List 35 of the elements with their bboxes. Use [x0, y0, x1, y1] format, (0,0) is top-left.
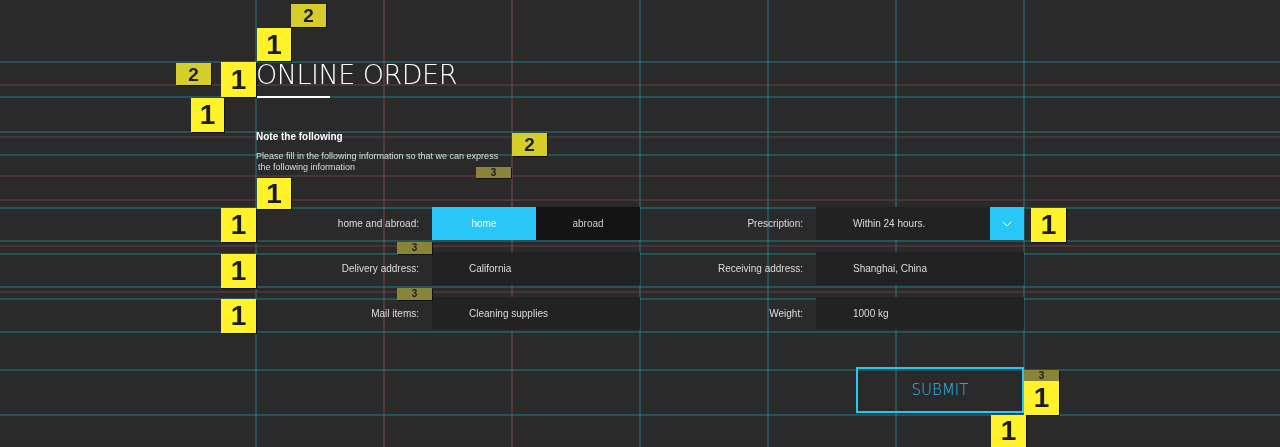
annotation-marker: 1: [257, 28, 291, 61]
annotation-marker: 3: [397, 242, 432, 254]
annotation-marker: 1: [1024, 381, 1059, 415]
annotation-marker: 1: [991, 415, 1026, 447]
note-text-line: Please fill in the following information so that we can express: [256, 151, 499, 162]
input-field[interactable]: 1000 kg: [816, 297, 1024, 330]
note-text-line: the following information: [258, 162, 356, 173]
annotation-marker: 1: [257, 178, 291, 209]
annotation-marker: 1: [221, 62, 256, 97]
annotation-marker: 1: [221, 254, 256, 288]
submit-button[interactable]: SUBMIT: [856, 367, 1024, 413]
input-field[interactable]: California: [432, 252, 640, 285]
annotation-marker: 1: [1031, 208, 1066, 242]
toggle-option[interactable]: abroad: [536, 207, 640, 240]
annotation-marker: 3: [1024, 370, 1059, 381]
annotation-marker: 2: [176, 63, 211, 85]
annotation-marker: 3: [397, 288, 432, 300]
annotation-marker: 1: [191, 98, 224, 132]
field-label: home and abroad:: [336, 217, 420, 231]
field-label: Receiving address:: [716, 262, 804, 276]
field-label: Prescription:: [746, 217, 804, 231]
field-label: Mail items:: [370, 307, 420, 321]
input-field[interactable]: Shanghai, China: [816, 252, 1024, 285]
annotation-marker: 2: [291, 4, 326, 27]
page-title: ONLINE ORDER: [256, 58, 458, 92]
annotation-marker: 3: [476, 167, 511, 178]
field-label: Delivery address:: [340, 262, 420, 276]
input-field[interactable]: Cleaning supplies: [432, 297, 640, 330]
annotation-marker: 1: [221, 299, 256, 333]
field-label: Weight:: [768, 307, 804, 321]
select-field[interactable]: Within 24 hours.: [816, 207, 990, 240]
dropdown-button[interactable]: [990, 207, 1024, 240]
annotation-marker: 1: [221, 208, 256, 242]
note-heading: Note the following: [256, 131, 344, 143]
annotation-marker: 2: [512, 133, 547, 156]
